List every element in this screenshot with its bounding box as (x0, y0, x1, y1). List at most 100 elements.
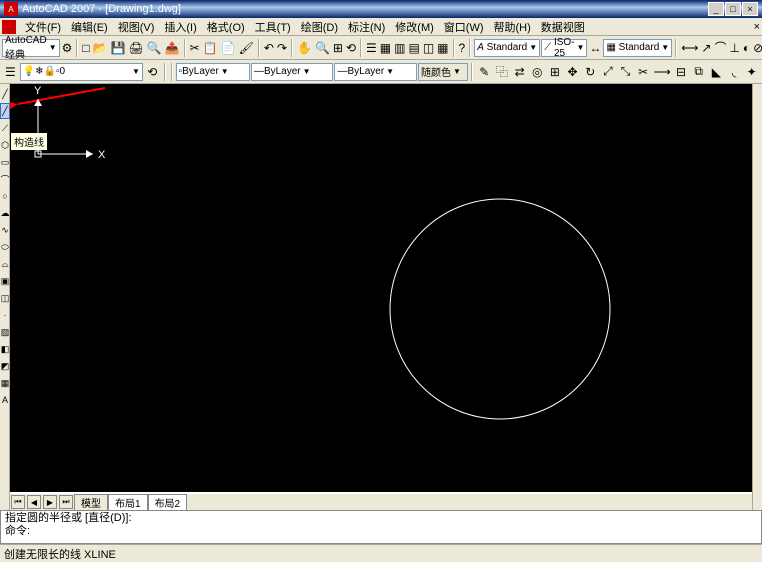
gradient-icon[interactable]: ◧ (0, 341, 10, 357)
textstyle-combo[interactable]: A Standard▼ (474, 39, 540, 57)
dim-ordinate-icon[interactable]: ⊥ (728, 38, 740, 58)
menu-view[interactable]: 视图(V) (113, 19, 160, 35)
menu-modify[interactable]: 修改(M) (390, 19, 439, 35)
menu-dataview[interactable]: 数据视图 (536, 19, 590, 35)
save-icon[interactable]: 💾 (110, 38, 127, 58)
dimstyle-combo[interactable]: ⟋ ISO-25▼ (541, 39, 587, 57)
tab-layout2[interactable]: 布局2 (148, 494, 188, 511)
dim-linear-icon[interactable]: ⟷ (680, 38, 699, 58)
tab-first-icon[interactable]: ⏮ (11, 495, 25, 509)
dim-diameter-icon[interactable]: ⊘ (752, 38, 762, 58)
zoom-previous-icon[interactable]: ⟲ (345, 38, 357, 58)
undo-icon[interactable]: ↶ (263, 38, 275, 58)
trim-icon[interactable]: ✂ (635, 62, 652, 82)
lineweight-combo[interactable]: — ByLayer▼ (334, 63, 417, 81)
sheet-set-icon[interactable]: ▤ (407, 38, 420, 58)
command-window[interactable]: 指定圆的半径或 [直径(D)]: 命令: (0, 510, 762, 544)
pan-icon[interactable]: ✋ (296, 38, 313, 58)
menu-tools[interactable]: 工具(T) (250, 19, 296, 35)
insert-block-icon[interactable]: ▣ (0, 273, 10, 289)
fillet-icon[interactable]: ◟ (726, 62, 743, 82)
point-icon[interactable]: · (0, 307, 10, 323)
circle-icon[interactable]: ○ (0, 188, 10, 204)
tab-layout1[interactable]: 布局1 (108, 494, 148, 511)
color-combo[interactable]: ▫ ByLayer▼ (176, 63, 250, 81)
workspace-settings-icon[interactable]: ⚙ (61, 38, 74, 58)
redo-icon[interactable]: ↷ (276, 38, 288, 58)
erase-icon[interactable]: ✎ (476, 62, 493, 82)
design-center-icon[interactable]: ▦ (379, 38, 392, 58)
publish-icon[interactable]: 📤 (164, 38, 181, 58)
tab-next-icon[interactable]: ▶ (43, 495, 57, 509)
open-icon[interactable]: 📂 (92, 38, 109, 58)
rotate-icon[interactable]: ↻ (582, 62, 599, 82)
dim-arc-icon[interactable]: ⌒ (713, 38, 727, 58)
zoom-window-icon[interactable]: ⊞ (332, 38, 344, 58)
mirror-icon[interactable]: ⇄ (511, 62, 528, 82)
chamfer-icon[interactable]: ◣ (708, 62, 725, 82)
menu-dimension[interactable]: 标注(N) (343, 19, 390, 35)
quickcalc-icon[interactable]: ▦ (436, 38, 449, 58)
linetype-combo[interactable]: — ByLayer▼ (251, 63, 334, 81)
print-icon[interactable]: 🖨 (128, 38, 145, 58)
match-props-icon[interactable]: 🖌 (238, 38, 255, 58)
tablestyle-combo[interactable]: ▦ Standard▼ (603, 39, 672, 57)
polyline-icon[interactable]: ⟋ (0, 120, 10, 136)
ellipse-icon[interactable]: ⬭ (0, 239, 10, 255)
make-block-icon[interactable]: ◫ (0, 290, 10, 306)
drawing-canvas[interactable]: 构造线 X Y (10, 84, 752, 492)
right-scroll[interactable] (752, 84, 762, 510)
polygon-icon[interactable]: ⬡ (0, 137, 10, 153)
tab-prev-icon[interactable]: ◀ (27, 495, 41, 509)
maximize-button[interactable]: □ (725, 2, 741, 16)
arc-icon[interactable]: ⌒ (0, 171, 10, 187)
copy-icon[interactable]: 📋 (202, 38, 219, 58)
move-icon[interactable]: ✥ (564, 62, 581, 82)
dim-aligned-icon[interactable]: ↗ (700, 38, 712, 58)
new-icon[interactable]: □ (81, 38, 90, 58)
layer-previous-icon[interactable]: ⟲ (144, 62, 161, 82)
revcloud-icon[interactable]: ☁ (0, 205, 10, 221)
menu-window[interactable]: 窗口(W) (439, 19, 489, 35)
stretch-icon[interactable]: ⤡ (617, 62, 634, 82)
workspace-combo[interactable]: AutoCAD 经典▼ (2, 39, 60, 57)
properties-icon[interactable]: ☰ (365, 38, 378, 58)
spline-icon[interactable]: ∿ (0, 222, 10, 238)
zoom-realtime-icon[interactable]: 🔍 (314, 38, 331, 58)
tool-palette-icon[interactable]: ▥ (393, 38, 406, 58)
markup-icon[interactable]: ◫ (422, 38, 435, 58)
explode-icon[interactable]: ✦ (743, 62, 760, 82)
array-icon[interactable]: ⊞ (547, 62, 564, 82)
plot-preview-icon[interactable]: 🔍 (146, 38, 163, 58)
line-icon[interactable]: ╱ (0, 86, 10, 102)
copy-object-icon[interactable]: ⿻ (494, 62, 511, 82)
rectangle-icon[interactable]: ▭ (0, 154, 10, 170)
offset-icon[interactable]: ◎ (529, 62, 546, 82)
table-icon[interactable]: ▦ (0, 375, 10, 391)
help-icon[interactable]: ? (458, 38, 467, 58)
layer-combo[interactable]: 💡❄🔒▫ 0▼ (20, 63, 143, 81)
paste-icon[interactable]: 📄 (220, 38, 237, 58)
dim-radius-icon[interactable]: ◐ (742, 38, 751, 58)
tab-last-icon[interactable]: ⏭ (59, 495, 73, 509)
ellipse-arc-icon[interactable]: ⌓ (0, 256, 10, 272)
break-icon[interactable]: ⊟ (673, 62, 690, 82)
doc-close-button[interactable]: × (754, 21, 760, 33)
dim-icon[interactable]: ↔ (588, 38, 602, 58)
xline-icon[interactable]: ╱ (0, 103, 10, 119)
scale-icon[interactable]: ⤢ (600, 62, 617, 82)
plotstyle-combo[interactable]: 随颜色▼ (418, 63, 468, 81)
cut-icon[interactable]: ✂ (189, 38, 201, 58)
menu-insert[interactable]: 插入(I) (159, 19, 201, 35)
join-icon[interactable]: ⧉ (690, 62, 707, 82)
tab-model[interactable]: 模型 (74, 494, 108, 511)
close-button[interactable]: × (742, 2, 758, 16)
region-icon[interactable]: ◩ (0, 358, 10, 374)
menu-help[interactable]: 帮助(H) (489, 19, 536, 35)
extend-icon[interactable]: ⟶ (653, 62, 672, 82)
minimize-button[interactable]: _ (708, 2, 724, 16)
menu-file[interactable]: 文件(F) (20, 19, 66, 35)
menu-edit[interactable]: 编辑(E) (66, 19, 113, 35)
layer-manager-icon[interactable]: ☰ (2, 62, 19, 82)
hatch-icon[interactable]: ▨ (0, 324, 10, 340)
